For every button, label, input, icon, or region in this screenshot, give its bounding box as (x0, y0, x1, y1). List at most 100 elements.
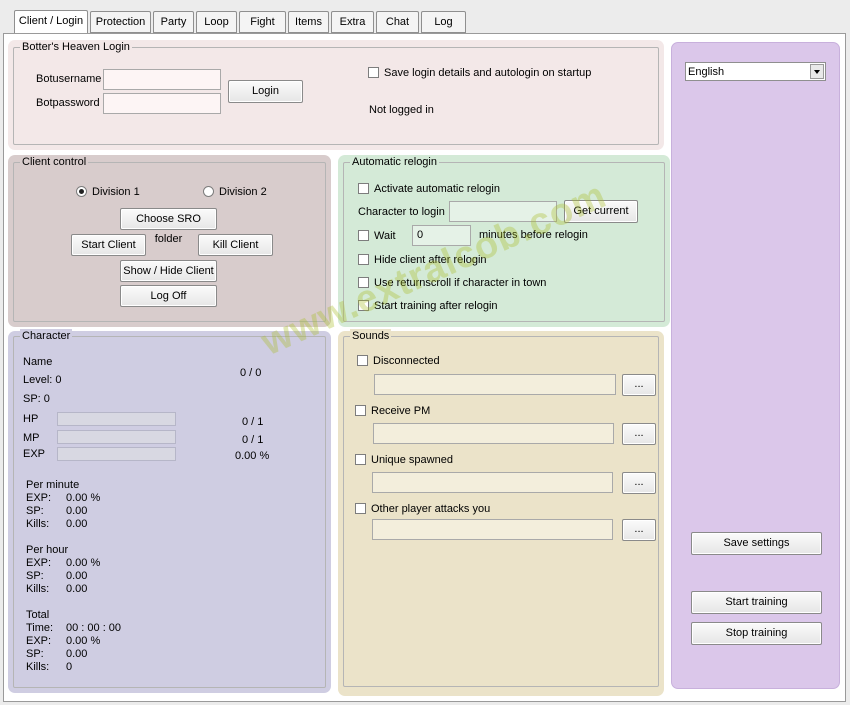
tab-extra[interactable]: Extra (331, 11, 374, 33)
sound-unique-spawned-label: Unique spawned (371, 454, 453, 466)
start-training-relogin-checkbox[interactable] (358, 300, 369, 311)
sound-receive-pm-browse-button[interactable]: ... (622, 423, 656, 445)
per-minute-kills-label: Kills: (26, 518, 50, 530)
tab-fight[interactable]: Fight (239, 11, 286, 33)
tab-loop[interactable]: Loop (196, 11, 237, 33)
language-select-value: English (688, 66, 725, 78)
per-hour-kills-label: Kills: (26, 583, 50, 595)
language-select[interactable]: English (685, 62, 826, 81)
total-sp-value: 0.00 (66, 648, 88, 660)
sound-player-attacks-label: Other player attacks you (371, 503, 491, 515)
sound-unique-spawned-path[interactable] (372, 472, 613, 493)
per-hour-sp-label: SP: (26, 570, 44, 582)
character-legend: Character (20, 329, 73, 343)
mp-bar (57, 430, 176, 444)
show-hide-client-button[interactable]: Show / Hide Client (120, 260, 217, 282)
total-exp-value: 0.00 % (66, 635, 101, 647)
tab-party[interactable]: Party (153, 11, 194, 33)
character-to-login-label: Character to login (358, 206, 445, 218)
wait-minutes-input[interactable]: 0 (412, 225, 471, 246)
minutes-before-relogin-label: minutes before relogin (479, 229, 588, 241)
sound-receive-pm-checkbox[interactable] (355, 405, 366, 416)
sounds-legend: Sounds (350, 329, 392, 343)
autologin-checkbox[interactable] (368, 67, 379, 78)
sound-unique-spawned-checkbox[interactable] (355, 454, 366, 465)
botpassword-label: Botpassword (36, 97, 100, 109)
sound-receive-pm-label: Receive PM (371, 405, 431, 417)
division2-radio[interactable] (203, 186, 214, 197)
botusername-label: Botusername (36, 73, 102, 85)
sound-disconnected-path[interactable] (374, 374, 616, 395)
exp-value: 0.00 % (235, 450, 270, 462)
total-exp-label: EXP: (26, 635, 52, 647)
returnscroll-label: Use returnscroll if character in town (374, 277, 547, 289)
per-minute-title: Per minute (26, 479, 80, 491)
mp-value: 0 / 1 (242, 434, 264, 446)
client-control-panel: Client control Division 1 Division 2 Cho… (8, 155, 331, 327)
start-training-button[interactable]: Start training (691, 591, 822, 614)
tab-items[interactable]: Items (288, 11, 329, 33)
per-hour-exp-label: EXP: (26, 557, 52, 569)
total-time-label: Time: (26, 622, 54, 634)
division1-radio[interactable] (76, 186, 87, 197)
per-minute-exp-label: EXP: (26, 492, 52, 504)
start-client-button[interactable]: Start Client (71, 234, 146, 256)
sound-receive-pm-path[interactable] (373, 423, 614, 444)
login-status: Not logged in (369, 104, 434, 116)
per-minute-exp-value: 0.00 % (66, 492, 101, 504)
login-legend: Botter's Heaven Login (20, 40, 132, 54)
choose-sro-folder-button[interactable]: Choose SRO folder (120, 208, 217, 245)
sound-player-attacks-path[interactable] (372, 519, 613, 540)
sounds-panel: Sounds Disconnected ... Receive PM ... U… (338, 329, 664, 696)
botusername-input[interactable] (103, 69, 221, 90)
dropdown-arrow-icon[interactable] (810, 64, 824, 79)
client-control-legend: Client control (20, 155, 89, 169)
total-time-value: 00 : 00 : 00 (66, 622, 122, 634)
exp-label: EXP (23, 448, 46, 460)
exp-bar (57, 447, 176, 461)
save-settings-button[interactable]: Save settings (691, 532, 822, 555)
wait-checkbox[interactable] (358, 230, 369, 241)
start-training-relogin-label: Start training after relogin (374, 300, 498, 312)
per-minute-kills-value: 0.00 (66, 518, 88, 530)
character-panel: Character Name Level: 0 SP: 0 0 / 0 HP 0… (8, 329, 331, 693)
autologin-label: Save login details and autologin on star… (384, 67, 592, 79)
login-panel: Botter's Heaven Login Botusername Botpas… (8, 40, 664, 150)
total-kills-value: 0 (66, 661, 73, 673)
character-level-label: Level: 0 (23, 374, 62, 386)
right-panel: English Save settings Start training Sto… (671, 42, 840, 689)
total-title: Total (26, 609, 50, 621)
per-hour-sp-value: 0.00 (66, 570, 88, 582)
tab-protection[interactable]: Protection (90, 11, 151, 33)
sound-player-attacks-browse-button[interactable]: ... (622, 519, 656, 541)
get-current-button[interactable]: Get current (564, 200, 638, 223)
division2-label: Division 2 (219, 186, 267, 198)
hp-bar (57, 412, 176, 426)
sound-disconnected-browse-button[interactable]: ... (622, 374, 656, 396)
kill-client-button[interactable]: Kill Client (198, 234, 273, 256)
hide-client-checkbox[interactable] (358, 254, 369, 265)
sound-disconnected-checkbox[interactable] (357, 355, 368, 366)
level-progress-value: 0 / 0 (240, 367, 262, 379)
botpassword-input[interactable] (103, 93, 221, 114)
login-button[interactable]: Login (228, 80, 303, 103)
tab-client-login[interactable]: Client / Login (14, 10, 88, 34)
log-off-button[interactable]: Log Off (120, 285, 217, 307)
wait-label: Wait (374, 230, 396, 242)
returnscroll-checkbox[interactable] (358, 277, 369, 288)
activate-relogin-checkbox[interactable] (358, 183, 369, 194)
tab-chat[interactable]: Chat (376, 11, 419, 33)
hide-client-label: Hide client after relogin (374, 254, 487, 266)
per-minute-sp-label: SP: (26, 505, 44, 517)
division1-label: Division 1 (92, 186, 140, 198)
tab-log[interactable]: Log (421, 11, 466, 33)
sound-player-attacks-checkbox[interactable] (355, 503, 366, 514)
stop-training-button[interactable]: Stop training (691, 622, 822, 645)
sound-unique-spawned-browse-button[interactable]: ... (622, 472, 656, 494)
total-sp-label: SP: (26, 648, 44, 660)
character-name-label: Name (23, 356, 53, 368)
sound-disconnected-label: Disconnected (373, 355, 440, 367)
character-to-login-input[interactable] (449, 201, 557, 222)
per-minute-sp-value: 0.00 (66, 505, 88, 517)
character-sp-label: SP: 0 (23, 393, 50, 405)
